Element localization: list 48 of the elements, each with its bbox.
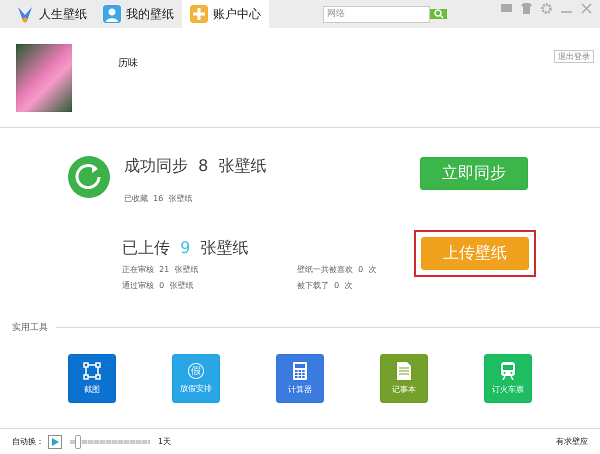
favorites-count: 已收藏 16 张壁纸 bbox=[124, 193, 194, 204]
settings-icon[interactable] bbox=[541, 3, 552, 14]
tab[interactable]: 我的壁纸 bbox=[95, 0, 182, 28]
photo-placeholder bbox=[16, 44, 72, 112]
tool-label: 放假安排 bbox=[180, 383, 212, 394]
slider-thumb[interactable] bbox=[75, 434, 81, 448]
section-heading: 实用工具 bbox=[12, 322, 48, 334]
upload-stat: 正在审核 21 张壁纸 bbox=[122, 264, 200, 275]
play-button[interactable] bbox=[48, 434, 62, 448]
tool-label: 记事本 bbox=[392, 384, 416, 395]
calculator-icon bbox=[293, 362, 307, 380]
holiday-icon: 假 bbox=[188, 363, 204, 379]
tool-tile[interactable]: 订火车票 bbox=[484, 354, 532, 403]
search-field[interactable]: 网络 bbox=[323, 6, 430, 22]
tab[interactable]: 人生壁纸 bbox=[8, 0, 95, 28]
close-icon[interactable] bbox=[581, 3, 592, 14]
tab[interactable]: 账户中心 bbox=[182, 0, 269, 28]
request-link[interactable]: 有求壁应 bbox=[556, 436, 588, 447]
message-icon[interactable] bbox=[501, 3, 512, 14]
upload-stat: 被下载了 0 次 bbox=[297, 280, 354, 291]
user-name: 历味 bbox=[118, 56, 138, 71]
upload-stat: 通过审核 0 张壁纸 bbox=[122, 280, 194, 291]
logo-icon bbox=[16, 5, 34, 23]
interval-value: 1天 bbox=[158, 436, 172, 447]
tool-tile[interactable]: 假 放假安排 bbox=[172, 354, 220, 403]
user-icon bbox=[103, 5, 121, 23]
shirt-icon[interactable] bbox=[521, 3, 532, 14]
tool-tile[interactable]: 截图 bbox=[68, 354, 116, 403]
plus-icon bbox=[190, 5, 208, 23]
auto-change-label: 自动换： bbox=[12, 436, 44, 447]
sync-icon bbox=[68, 156, 110, 198]
upload-button[interactable]: 上传壁纸 bbox=[421, 237, 529, 270]
tool-tile[interactable]: 记事本 bbox=[380, 354, 428, 403]
tool-label: 截图 bbox=[84, 384, 100, 395]
search-button[interactable] bbox=[430, 9, 447, 19]
train-icon bbox=[500, 362, 516, 380]
search-icon bbox=[434, 9, 444, 19]
logout-button[interactable]: 退出登录 bbox=[554, 50, 594, 63]
play-icon bbox=[51, 438, 59, 446]
upload-summary: 已上传 9 张壁纸 bbox=[122, 238, 250, 259]
note-icon bbox=[397, 362, 411, 380]
sync-summary: 成功同步 8 张壁纸 bbox=[124, 156, 267, 177]
tool-label: 订火车票 bbox=[492, 384, 524, 395]
tool-label: 计算器 bbox=[288, 384, 312, 395]
upload-stat: 壁纸一共被喜欢 0 次 bbox=[297, 264, 378, 275]
crop-frame-icon bbox=[83, 362, 101, 380]
tool-tile[interactable]: 计算器 bbox=[276, 354, 324, 403]
sync-now-button[interactable]: 立即同步 bbox=[420, 157, 528, 190]
